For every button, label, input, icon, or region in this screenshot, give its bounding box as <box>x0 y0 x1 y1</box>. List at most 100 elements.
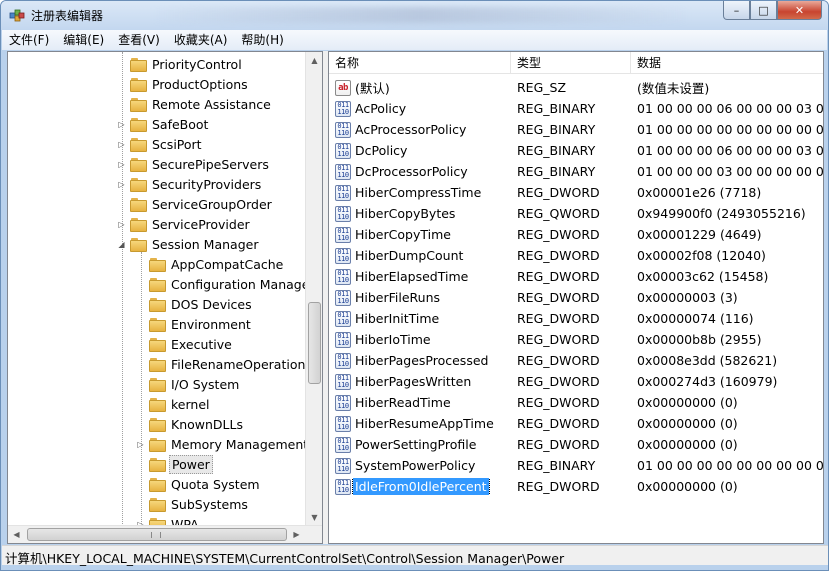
tree-item[interactable]: ScsiPort <box>130 134 204 154</box>
column-header-data[interactable]: 数据 <box>631 52 823 74</box>
tree-item[interactable]: ServiceProvider <box>130 214 252 234</box>
list-header: 名称 类型 数据 <box>329 52 823 74</box>
scroll-left-arrow-icon[interactable]: ◀ <box>8 526 25 543</box>
value-row[interactable]: 011110010 HiberCopyBytes REG_QWORD 0x949900… <box>329 203 823 224</box>
tree-item[interactable]: Power <box>149 454 213 474</box>
value-row[interactable]: 011110010 HiberFileRuns REG_DWORD 0x0000000… <box>329 287 823 308</box>
tree-horizontal-scroll-thumb[interactable] <box>27 528 287 541</box>
tree-item[interactable]: SubSystems <box>149 494 250 514</box>
tree-item[interactable]: SecurityProviders <box>130 174 263 194</box>
tree-item[interactable]: SecurePipeServers <box>130 154 271 174</box>
tree-item[interactable]: AppCompatCache <box>149 254 285 274</box>
tree-item[interactable]: DOS Devices <box>149 294 254 314</box>
tree-item[interactable]: I/O System <box>149 374 241 394</box>
tree-item[interactable]: KnownDLLs <box>149 414 245 434</box>
binary-value-icon: 011110010 <box>335 184 351 201</box>
tree-item-label: Configuration Manager <box>171 276 306 292</box>
value-name-cell: 011110010 HiberFileRuns <box>329 289 511 306</box>
folder-icon <box>149 297 166 312</box>
folder-icon <box>149 497 166 512</box>
tree-vertical-scroll-thumb[interactable] <box>308 302 321 384</box>
tree-item[interactable]: PriorityControl <box>130 54 244 74</box>
value-row[interactable]: 011110010 HiberPagesProcessed REG_DWORD 0x0… <box>329 350 823 371</box>
menu-file[interactable]: 文件(F) <box>2 30 56 50</box>
menu-help[interactable]: 帮助(H) <box>234 30 290 50</box>
value-type: REG_DWORD <box>517 437 600 452</box>
value-row[interactable]: 011110010 PowerSettingProfile REG_DWORD 0x0… <box>329 434 823 455</box>
value-type: REG_DWORD <box>517 332 600 347</box>
value-name: HiberIoTime <box>355 332 431 347</box>
maximize-button[interactable]: □ <box>750 1 777 20</box>
value-row[interactable]: 011110010 HiberReadTime REG_DWORD 0x0000000… <box>329 392 823 413</box>
value-type: REG_BINARY <box>517 458 596 473</box>
value-row[interactable]: 011110010 HiberCompressTime REG_DWORD 0x000… <box>329 182 823 203</box>
value-type: REG_BINARY <box>517 122 596 137</box>
column-header-type[interactable]: 类型 <box>511 52 631 74</box>
tree-item[interactable]: ServiceGroupOrder <box>130 194 274 214</box>
tree-collapsed-icon[interactable]: ▷ <box>117 160 126 169</box>
tree-expanded-icon[interactable]: ◢ <box>117 240 126 249</box>
folder-icon <box>149 457 166 472</box>
value-row[interactable]: 011110010 HiberElapsedTime REG_DWORD 0x0000… <box>329 266 823 287</box>
tree-item[interactable]: Executive <box>149 334 234 354</box>
menu-view[interactable]: 查看(V) <box>111 30 167 50</box>
tree-item[interactable]: Session Manager <box>130 234 260 254</box>
value-data: (数值未设置) <box>637 81 710 96</box>
tree-item[interactable]: Remote Assistance <box>130 94 273 114</box>
scroll-up-arrow-icon[interactable]: ▲ <box>306 52 322 69</box>
value-row[interactable]: 011110010 HiberInitTime REG_DWORD 0x0000007… <box>329 308 823 329</box>
scroll-right-arrow-icon[interactable]: ▶ <box>288 526 305 543</box>
tree-collapsed-icon[interactable]: ▷ <box>117 220 126 229</box>
tree-horizontal-scrollbar[interactable]: ◀ ▶ <box>8 525 322 543</box>
minimize-button[interactable]: – <box>723 1 750 20</box>
value-row[interactable]: 011110010 DcPolicy REG_BINARY 01 00 00 00 0… <box>329 140 823 161</box>
registry-tree[interactable]: PriorityControl ProductOptions Remote Assi… <box>7 51 323 544</box>
value-name-cell: 011110010 HiberPagesProcessed <box>329 352 511 369</box>
tree-item[interactable]: Environment <box>149 314 253 334</box>
value-row[interactable]: 011110010 HiberResumeAppTime REG_DWORD 0x00… <box>329 413 823 434</box>
value-row[interactable]: 011110010 HiberCopyTime REG_DWORD 0x0000122… <box>329 224 823 245</box>
binary-value-icon: 011110010 <box>335 247 351 264</box>
tree-item[interactable]: ProductOptions <box>130 74 250 94</box>
tree-item[interactable]: Quota System <box>149 474 262 494</box>
tree-item[interactable]: SafeBoot <box>130 114 210 134</box>
tree-item[interactable]: Configuration Manager <box>149 274 306 294</box>
tree-collapsed-icon[interactable]: ▷ <box>117 180 126 189</box>
value-row[interactable]: 011110010 AcProcessorPolicy REG_BINARY 01 0… <box>329 119 823 140</box>
value-row[interactable]: 011110010 HiberPagesWritten REG_DWORD 0x000… <box>329 371 823 392</box>
value-name-cell: 011110010 HiberDumpCount <box>329 247 511 264</box>
value-name-cell: 011110010 HiberInitTime <box>329 310 511 327</box>
column-header-name[interactable]: 名称 <box>329 52 511 74</box>
tree-collapsed-icon[interactable]: ▷ <box>117 120 126 129</box>
tree-item-label: SecurePipeServers <box>152 156 269 172</box>
tree-item[interactable]: Memory Management <box>149 434 306 454</box>
value-row[interactable]: 011110010IdleFrom0IdlePercent REG_DWORD 0x… <box>329 476 823 497</box>
folder-icon <box>149 357 166 372</box>
value-row[interactable]: 011110010 DcProcessorPolicy REG_BINARY 01 0… <box>329 161 823 182</box>
value-data: 0x00001e26 (7718) <box>637 185 762 200</box>
tree-item-label: Quota System <box>171 476 260 492</box>
value-row[interactable]: 011110010 AcPolicy REG_BINARY 01 00 00 00 0… <box>329 98 823 119</box>
value-name-cell: 011110010 PowerSettingProfile <box>329 436 511 453</box>
value-row[interactable]: ab (默认) REG_SZ (数值未设置) <box>329 77 823 98</box>
menu-edit[interactable]: 编辑(E) <box>56 30 111 50</box>
value-row[interactable]: 011110010 HiberDumpCount REG_DWORD 0x00002f… <box>329 245 823 266</box>
value-name-cell: 011110010 HiberElapsedTime <box>329 268 511 285</box>
tree-vertical-scrollbar[interactable]: ▲ ▼ <box>305 52 322 526</box>
value-type: REG_QWORD <box>517 206 600 221</box>
tree-item[interactable]: FileRenameOperations <box>149 354 306 374</box>
tree-collapsed-icon[interactable]: ▷ <box>117 140 126 149</box>
tree-collapsed-icon[interactable]: ▷ <box>136 440 145 449</box>
tree-item[interactable]: kernel <box>149 394 212 414</box>
title-bar[interactable]: 注册表编辑器 – □ ✕ <box>1 1 828 30</box>
values-list[interactable]: 名称 类型 数据 ab (默认) REG_SZ (数值未设置) 011110010 AcP… <box>328 51 824 544</box>
scroll-down-arrow-icon[interactable]: ▼ <box>306 509 322 526</box>
value-row[interactable]: 011110010 HiberIoTime REG_DWORD 0x00000b8b … <box>329 329 823 350</box>
string-value-icon: ab <box>335 79 351 96</box>
window-controls: – □ ✕ <box>723 1 822 21</box>
folder-icon <box>130 97 147 112</box>
menu-favorites[interactable]: 收藏夹(A) <box>167 30 235 50</box>
value-row[interactable]: 011110010 SystemPowerPolicy REG_BINARY 01 0… <box>329 455 823 476</box>
tree-guide-line <box>141 252 142 526</box>
close-button[interactable]: ✕ <box>777 1 822 20</box>
